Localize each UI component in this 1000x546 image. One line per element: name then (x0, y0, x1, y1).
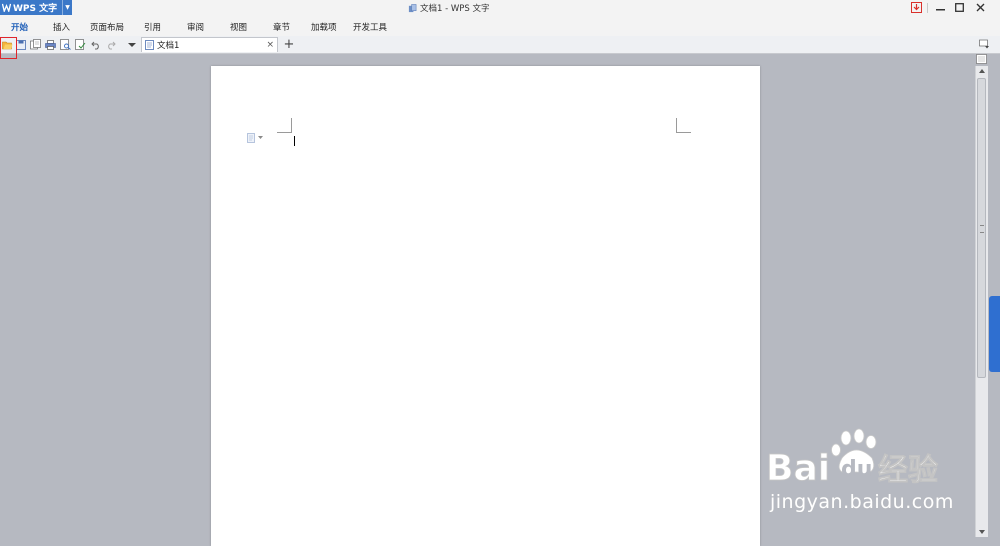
download-icon (910, 2, 922, 13)
menu-item-chapter[interactable]: 章节 (273, 21, 290, 33)
save-icon (15, 39, 26, 50)
text-cursor (294, 136, 295, 146)
save-as-button[interactable] (29, 38, 42, 51)
menu-item-page-layout[interactable]: 页面布局 (90, 21, 124, 33)
maximize-icon (954, 3, 964, 12)
menu-item-review[interactable]: 审阅 (187, 21, 204, 33)
app-menu-dropdown-icon[interactable]: ▼ (63, 4, 72, 11)
open-button-highlight (0, 37, 17, 59)
tab-close-icon[interactable]: × (266, 40, 274, 50)
document-icon (247, 133, 255, 143)
print-preview-button[interactable] (59, 38, 72, 51)
minimize-button[interactable] (930, 0, 950, 15)
menu-item-references[interactable]: 引用 (144, 21, 161, 33)
brand-du-text: du (841, 457, 872, 482)
plus-icon: + (283, 36, 295, 52)
vertical-scrollbar[interactable] (975, 66, 988, 537)
margin-mark-top-right (676, 118, 691, 133)
dropdown-icon (127, 42, 136, 47)
spell-check-icon (75, 39, 86, 50)
window-title: 文档1 - WPS 文字 (408, 2, 490, 14)
tab-document[interactable]: 文档1 × (141, 37, 278, 52)
app-name: WPS 文字 (13, 4, 58, 14)
close-icon (976, 3, 984, 12)
print-preview-icon (60, 39, 71, 50)
save-as-icon (30, 39, 41, 50)
scroll-up-button[interactable] (976, 66, 988, 76)
split-view-icon[interactable] (976, 54, 987, 64)
side-panel-handle[interactable] (989, 296, 1000, 372)
close-button[interactable] (970, 0, 990, 15)
margin-mark-top-left (277, 118, 292, 133)
spell-check-button[interactable] (74, 38, 87, 51)
scrollbar-thumb[interactable] (977, 78, 986, 378)
menu-item-insert[interactable]: 插入 (53, 21, 70, 33)
chevron-down-icon (258, 136, 263, 139)
update-button[interactable] (907, 0, 925, 15)
undo-icon (90, 41, 99, 49)
app-menu-button[interactable]: WPS 文字 ▼ (0, 0, 72, 15)
title-bar: WPS 文字 ▼ 文档1 - WPS 文字 开始 插入 页面布局 引用 审阅 视… (0, 0, 1000, 37)
paragraph-handle[interactable] (247, 133, 267, 143)
chevron-up-icon (979, 69, 985, 73)
tab-document-label: 文档1 (157, 41, 180, 51)
wps-logo-icon (2, 3, 11, 12)
menu-item-addins[interactable]: 加载项 (311, 21, 337, 33)
new-tab-button[interactable]: + (282, 36, 296, 52)
brand-cn-text: 经验 (878, 453, 938, 488)
print-icon (45, 39, 56, 50)
menu-item-view[interactable]: 视图 (230, 21, 247, 33)
print-button[interactable] (44, 38, 57, 51)
watermark-url: jingyan.baidu.com (770, 491, 954, 513)
document-page[interactable] (211, 66, 760, 546)
document-icon (145, 40, 154, 50)
redo-icon (107, 41, 116, 49)
brand-latin-text: Bai (766, 448, 830, 489)
redo-button[interactable] (104, 38, 117, 51)
menu-item-home[interactable]: 开始 (11, 21, 28, 33)
menu-item-developer[interactable]: 开发工具 (353, 21, 387, 33)
minimize-icon (935, 9, 945, 11)
scroll-down-button[interactable] (976, 527, 988, 537)
customize-toolbar-button[interactable] (125, 38, 138, 51)
undo-button[interactable] (89, 38, 102, 51)
document-icon (408, 3, 417, 12)
maximize-button[interactable] (950, 0, 968, 15)
chevron-down-icon (979, 530, 985, 534)
ribbon-toggle-icon[interactable] (979, 38, 990, 49)
